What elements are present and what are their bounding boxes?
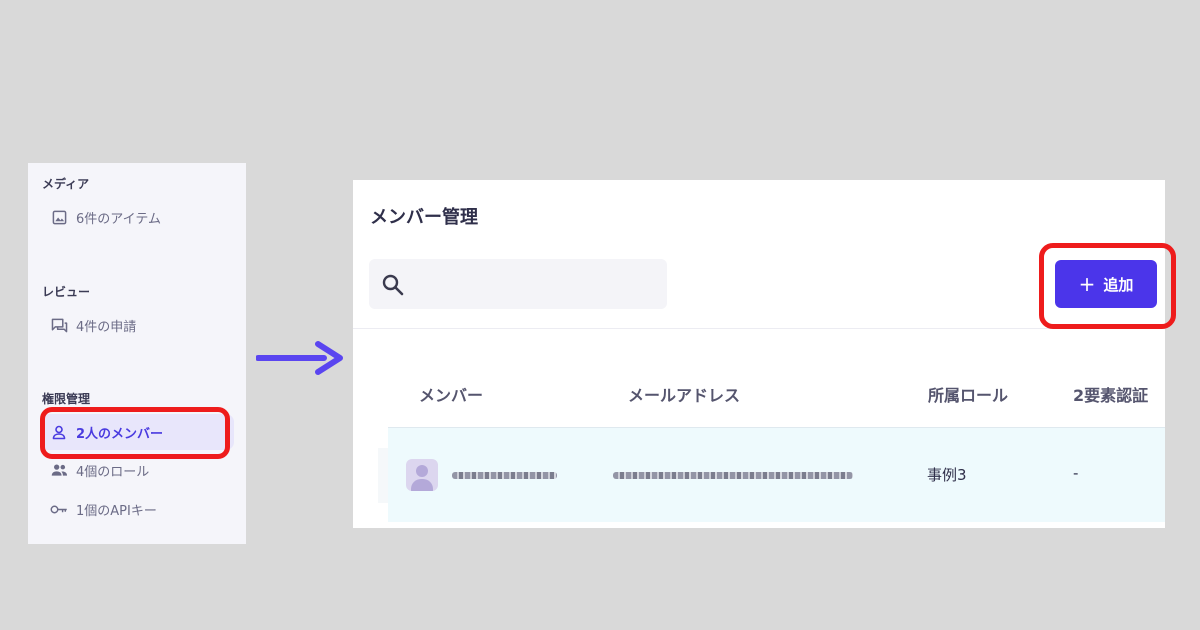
- member-name-blurred: [452, 472, 557, 479]
- sidebar-item-api-keys[interactable]: 1個のAPIキー: [40, 491, 234, 527]
- image-icon: [50, 208, 68, 226]
- chat-icon: [50, 316, 68, 334]
- sidebar: メディア 6件のアイテム レビュー 4件の申請 権限管理 2人のメンバー 4個の…: [28, 163, 246, 544]
- search-box[interactable]: [369, 259, 667, 311]
- divider: [353, 328, 1165, 329]
- avatar: [406, 459, 438, 491]
- sidebar-item-label: 6件のアイテム: [76, 211, 161, 227]
- highlight-box-members: [40, 407, 230, 459]
- column-header-2fa[interactable]: 2要素認証: [1073, 382, 1148, 406]
- section-label-permissions: 権限管理: [42, 392, 91, 406]
- column-header-member[interactable]: メンバー: [419, 382, 483, 406]
- sidebar-item-requests[interactable]: 4件の申請: [40, 307, 234, 343]
- table-row[interactable]: 事例3 -: [388, 427, 1165, 522]
- column-header-email[interactable]: メールアドレス: [628, 382, 740, 406]
- section-label-media: メディア: [42, 177, 90, 191]
- key-icon: [50, 500, 68, 518]
- sidebar-item-label: 4個のロール: [76, 464, 150, 480]
- members-panel: メンバー管理 + 追加 メンバー メールアドレス 所属ロール 2要素認証 事例3…: [353, 180, 1165, 528]
- users-icon: [50, 461, 68, 479]
- role-cell: 事例3: [927, 466, 967, 484]
- email-blurred: [613, 472, 853, 479]
- highlight-box-add-button: [1039, 243, 1176, 329]
- two-factor-cell: -: [1073, 464, 1079, 482]
- search-icon: [381, 273, 405, 301]
- column-header-role[interactable]: 所属ロール: [928, 382, 1008, 406]
- sidebar-item-label: 1個のAPIキー: [76, 503, 157, 519]
- search-input[interactable]: [415, 259, 659, 311]
- right-arrow-icon: [256, 341, 343, 375]
- page-title: メンバー管理: [370, 207, 478, 228]
- section-label-review: レビュー: [42, 285, 91, 299]
- sidebar-item-label: 4件の申請: [76, 319, 137, 335]
- row-edge: [378, 448, 388, 503]
- sidebar-item-items[interactable]: 6件のアイテム: [40, 199, 234, 235]
